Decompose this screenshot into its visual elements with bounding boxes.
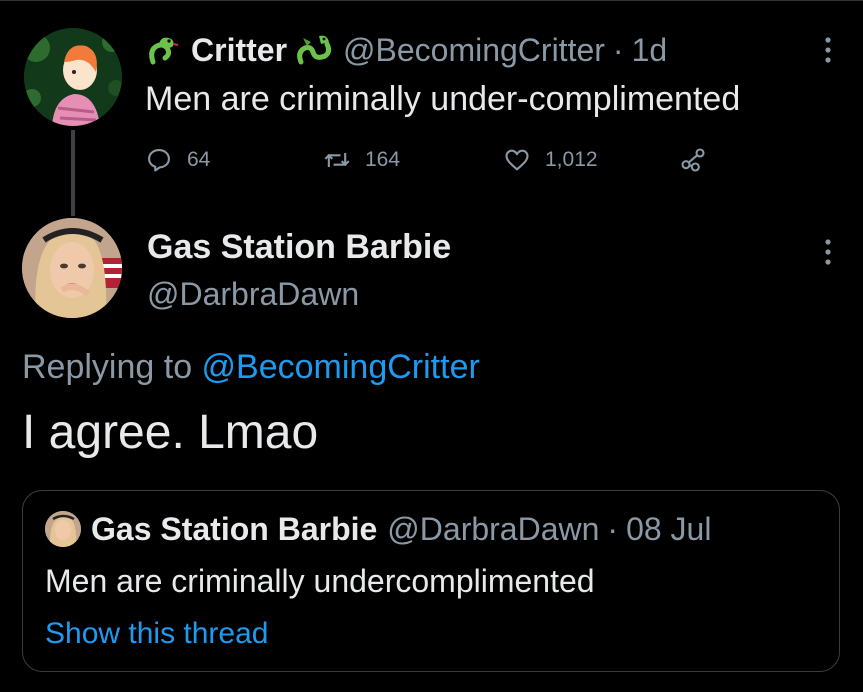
show-thread-link[interactable]: Show this thread: [45, 617, 268, 651]
replying-to-label: Replying to: [22, 348, 202, 386]
replying-to-handle-link[interactable]: @BecomingCritter: [202, 348, 480, 386]
tweet1-author-name[interactable]: Critter: [191, 32, 287, 69]
tweet1-timestamp[interactable]: 1d: [632, 32, 668, 69]
tweet1-action-bar: 64 164 1,012: [145, 140, 725, 180]
reply-count: 64: [187, 148, 211, 171]
quoted-author-name: Gas Station Barbie: [91, 510, 378, 547]
share-icon: [681, 148, 705, 172]
quoted-tweet-text: Men are criminally undercomplimented: [45, 563, 595, 599]
quoted-separator: ·: [607, 510, 619, 547]
gas-station-barbie-avatar[interactable]: [22, 218, 122, 318]
tweet1-text: Men are criminally under-complimented: [145, 80, 741, 118]
quoted-tweet-header: Gas Station Barbie @DarbraDawn · 08 Jul: [45, 507, 711, 551]
thread-connector-line: [71, 130, 75, 216]
more-options-icon[interactable]: [818, 34, 838, 66]
barbie-avatar-art: [22, 218, 122, 318]
quoted-tweet-card[interactable]: Gas Station Barbie @DarbraDawn · 08 Jul …: [22, 490, 840, 672]
reply-button[interactable]: 64: [145, 140, 210, 180]
retweet-button[interactable]: 164: [323, 140, 400, 180]
quoted-avatar-art: [45, 511, 81, 547]
tweet2-author-name[interactable]: Gas Station Barbie: [147, 228, 451, 267]
retweet-icon: [324, 153, 350, 167]
tweet1-separator: ·: [612, 31, 624, 68]
tweet1-author-handle[interactable]: @BecomingCritter: [343, 32, 605, 69]
quoted-author-handle: @DarbraDawn: [387, 510, 600, 547]
tweet2-text: I agree. Lmao: [22, 406, 319, 459]
quoted-date: 08 Jul: [626, 510, 712, 547]
critter-avatar-art: [24, 28, 122, 126]
tweet1-header: Critter @BecomingCritter · 1d: [145, 28, 667, 72]
retweet-count: 164: [365, 148, 401, 171]
like-button[interactable]: 1,012: [503, 140, 598, 180]
critter-avatar[interactable]: [24, 28, 122, 126]
heart-icon: [505, 149, 529, 171]
tweet2-author-handle[interactable]: @DarbraDawn: [147, 276, 359, 313]
more-options-icon[interactable]: [818, 236, 838, 268]
quoted-tweet-avatar: [45, 511, 81, 547]
snake-emoji-icon: [149, 37, 179, 65]
top-divider: [0, 0, 863, 1]
dragon-emoji-icon: [297, 35, 332, 65]
like-count: 1,012: [545, 148, 598, 171]
reply-icon: [148, 149, 170, 172]
replying-to-line: Replying to @BecomingCritter: [22, 348, 480, 387]
share-button[interactable]: [679, 140, 721, 180]
